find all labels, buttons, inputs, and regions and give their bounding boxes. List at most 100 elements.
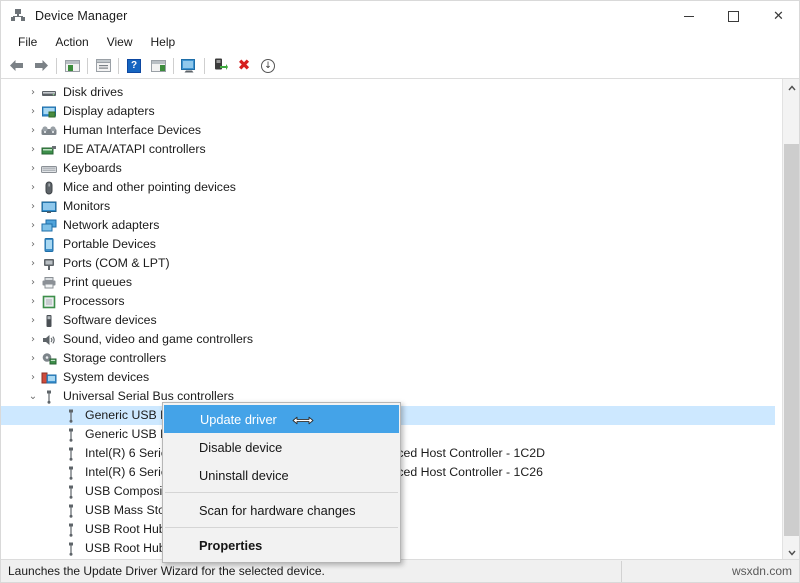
tree-item-sound-video-game-controllers[interactable]: › Sound, video and game controllers (1, 330, 775, 349)
usb-device-icon (63, 427, 79, 443)
menu-item-view[interactable]: View (98, 33, 142, 51)
context-menu-item-label: Uninstall device (199, 468, 289, 483)
download-glyph: ↓ (261, 59, 275, 73)
system-device-icon (41, 370, 57, 386)
context-menu-item-uninstall-device[interactable]: Uninstall device (163, 461, 400, 489)
chevron-right-icon[interactable]: › (25, 259, 41, 269)
network-adapter-icon (41, 218, 57, 234)
tree-item-print-queues[interactable]: › Print queues (1, 273, 775, 292)
menu-item-action[interactable]: Action (46, 33, 97, 51)
tree-item-ports-com-lpt[interactable]: › Ports (COM & LPT) (1, 254, 775, 273)
tree-item-label: Disk drives (63, 86, 123, 98)
chevron-down-icon[interactable]: ⌄ (25, 392, 41, 402)
software-device-icon (41, 313, 57, 329)
tree-item-label: Display adapters (63, 105, 155, 117)
sound-controller-icon (41, 332, 57, 348)
context-menu-item-label: Properties (199, 538, 262, 553)
tree-item-label: Sound, video and game controllers (63, 333, 253, 345)
device-manager-icon (10, 8, 26, 24)
chevron-right-icon[interactable]: › (25, 297, 41, 307)
chevron-right-icon[interactable]: › (25, 107, 41, 117)
context-menu-separator (165, 527, 398, 528)
menu-item-help[interactable]: Help (142, 33, 185, 51)
back-arrow-icon[interactable] (5, 55, 29, 77)
tree-item-label: Software devices (63, 314, 157, 326)
tree-item-label: Monitors (63, 200, 110, 212)
scan-for-hardware-changes-icon[interactable] (177, 55, 201, 77)
tree-item-system-devices[interactable]: › System devices (1, 368, 775, 387)
chevron-right-icon[interactable]: › (25, 164, 41, 174)
chevron-right-icon[interactable]: › (25, 202, 41, 212)
properties-icon[interactable] (91, 55, 115, 77)
chevron-right-icon[interactable]: › (25, 335, 41, 345)
download-icon[interactable]: ↓ (256, 55, 280, 77)
tree-item-label: Storage controllers (63, 352, 166, 364)
tree-item-label: Keyboards (63, 162, 122, 174)
uninstall-glyph: ✖ (238, 58, 251, 73)
resize-cursor-icon (292, 414, 314, 425)
tree-item-label: System devices (63, 371, 149, 383)
context-menu-item-update-driver[interactable]: Update driver (164, 405, 399, 433)
toolbar-separator (204, 58, 205, 74)
tree-item-label: Print queues (63, 276, 132, 288)
usb-device-icon (63, 484, 79, 500)
maximize-button[interactable] (711, 1, 756, 31)
context-menu-item-disable-device[interactable]: Disable device (163, 433, 400, 461)
mouse-icon (41, 180, 57, 196)
chevron-right-icon[interactable]: › (25, 221, 41, 231)
close-button[interactable]: ✕ (756, 1, 800, 31)
chevron-right-icon[interactable]: › (25, 183, 41, 193)
enable-device-icon[interactable] (208, 55, 232, 77)
tree-item-software-devices[interactable]: › Software devices (1, 311, 775, 330)
chevron-right-icon[interactable]: › (25, 88, 41, 98)
scroll-up-button[interactable] (783, 79, 800, 96)
tree-item-label: Human Interface Devices (63, 124, 201, 136)
printer-icon (41, 275, 57, 291)
forward-arrow-icon[interactable] (29, 55, 53, 77)
vertical-scrollbar[interactable] (782, 79, 799, 561)
chevron-right-icon[interactable]: › (25, 373, 41, 383)
tree-item-portable-devices[interactable]: › Portable Devices (1, 235, 775, 254)
tree-item-label: USB Root Hub (85, 523, 166, 535)
back-arrow-glyph (9, 59, 25, 72)
tree-item-label: Portable Devices (63, 238, 156, 250)
enable-device-glyph (213, 58, 228, 73)
usb-controller-icon (41, 389, 57, 405)
hid-icon (41, 123, 57, 139)
menu-item-file[interactable]: File (9, 33, 46, 51)
tree-item-storage-controllers[interactable]: › Storage controllers (1, 349, 775, 368)
minimize-button[interactable] (666, 1, 711, 31)
context-menu-item-properties[interactable]: Properties (163, 531, 400, 559)
tree-item-network-adapters[interactable]: › Network adapters (1, 216, 775, 235)
update-driver-icon[interactable] (146, 55, 170, 77)
tree-item-display-adapters[interactable]: › Display adapters (1, 102, 775, 121)
tree-item-processors[interactable]: › Processors (1, 292, 775, 311)
tree-item-mice-and-other-pointing-devices[interactable]: › Mice and other pointing devices (1, 178, 775, 197)
tree-item-monitors[interactable]: › Monitors (1, 197, 775, 216)
toolbar-separator (87, 58, 88, 74)
uninstall-device-icon[interactable]: ✖ (232, 55, 256, 77)
scrollbar-thumb[interactable] (784, 144, 799, 536)
tree-item-keyboards[interactable]: › Keyboards (1, 159, 775, 178)
chevron-right-icon[interactable]: › (25, 145, 41, 155)
help-icon[interactable]: ? (122, 55, 146, 77)
chevron-right-icon[interactable]: › (25, 316, 41, 326)
chevron-right-icon[interactable]: › (25, 126, 41, 136)
show-hide-console-tree-icon[interactable] (60, 55, 84, 77)
chevron-right-icon[interactable]: › (25, 278, 41, 288)
usb-device-icon (63, 446, 79, 462)
port-icon (41, 256, 57, 272)
device-manager-window: Device Manager ✕ File Action View Help (0, 0, 800, 583)
storage-controller-icon (41, 351, 57, 367)
toolbar-separator (56, 58, 57, 74)
tree-item-disk-drives[interactable]: › Disk drives (1, 83, 775, 102)
tree-item-label: IDE ATA/ATAPI controllers (63, 143, 206, 155)
chevron-right-icon[interactable]: › (25, 240, 41, 250)
disk-drive-icon (41, 85, 57, 101)
toolbar-separator (173, 58, 174, 74)
context-menu-item-scan-for-hardware-changes[interactable]: Scan for hardware changes (163, 496, 400, 524)
context-menu-item-label: Update driver (200, 412, 277, 427)
tree-item-ide-ata-atapi-controllers[interactable]: › IDE ATA/ATAPI controllers (1, 140, 775, 159)
chevron-right-icon[interactable]: › (25, 354, 41, 364)
tree-item-human-interface-devices[interactable]: › Human Interface Devices (1, 121, 775, 140)
